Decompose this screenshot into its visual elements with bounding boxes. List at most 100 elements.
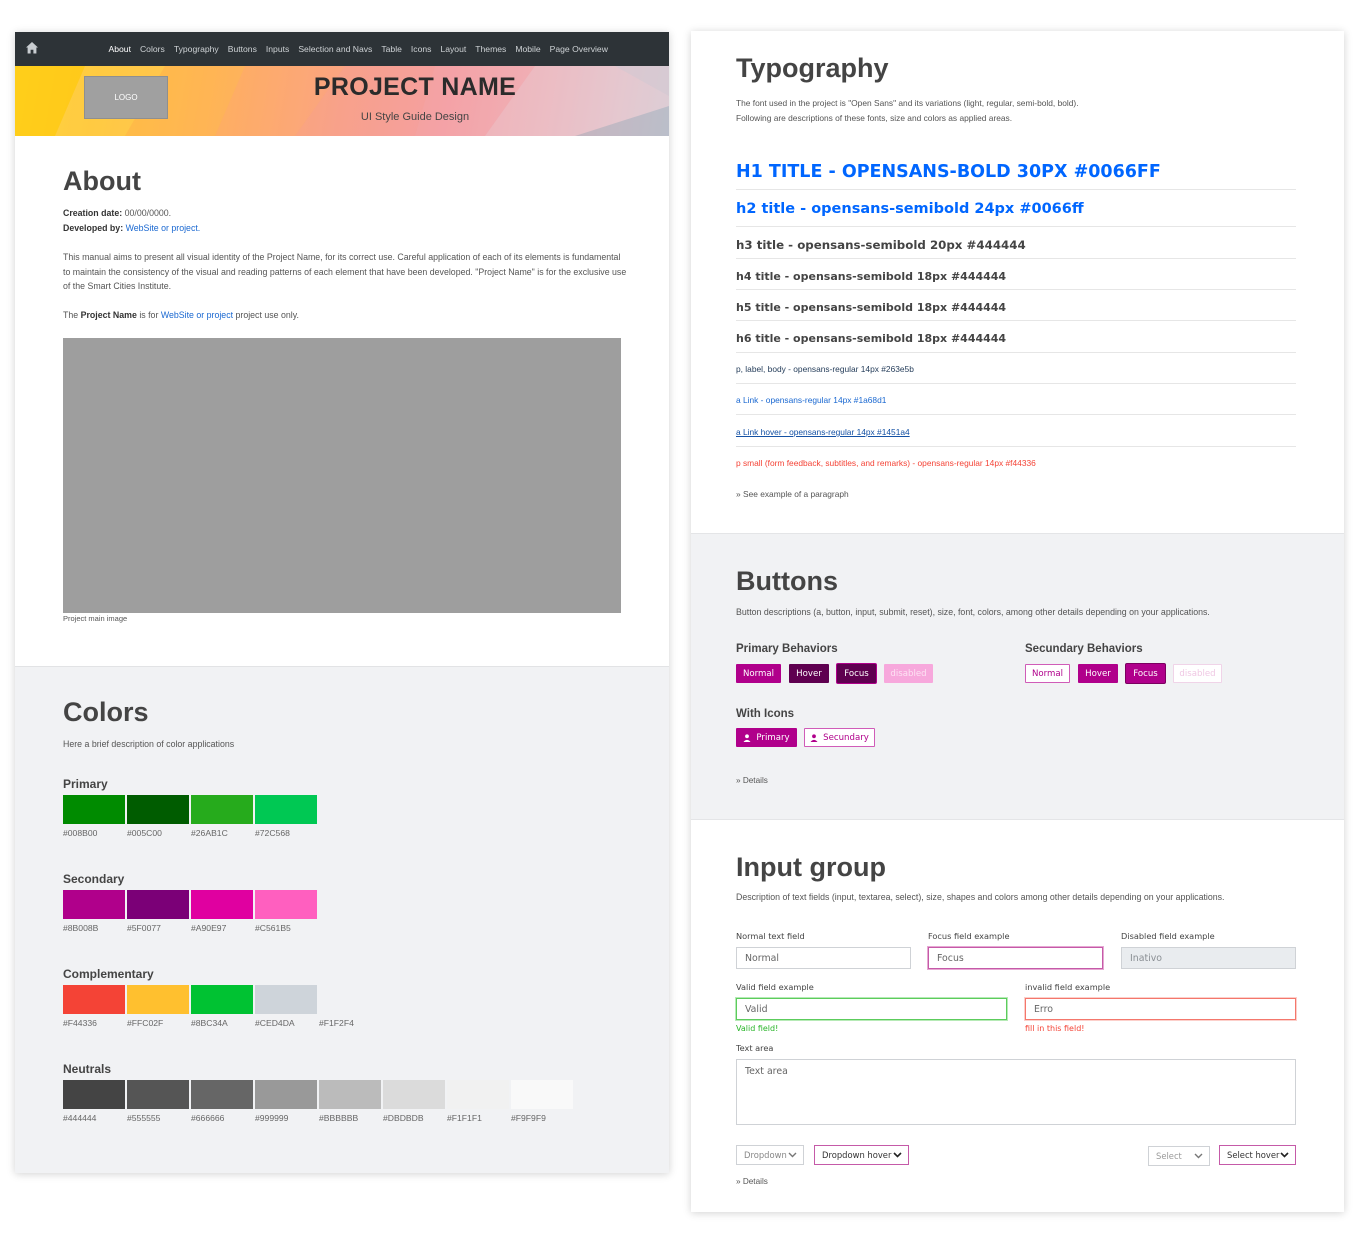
typography-desc-2: Following are descriptions of these font… <box>736 113 1013 123</box>
typography-row: h6 title - opensans-semibold 18px #44444… <box>736 326 1296 353</box>
normal-text-field[interactable]: Normal <box>736 947 911 969</box>
color-swatch <box>63 890 125 919</box>
paragraph-example-link[interactable]: » See example of a paragraph <box>736 487 849 502</box>
color-swatch-label: #F44336 <box>63 1018 97 1028</box>
nav-item-inputs[interactable]: Inputs <box>261 44 293 54</box>
typography-desc-1: The font used in the project is "Open Sa… <box>736 98 1079 108</box>
chevron-down-icon <box>1194 1153 1203 1159</box>
focus-field-label: Focus field example <box>928 931 1010 941</box>
color-swatch-label: #72C568 <box>255 828 290 838</box>
usage-link[interactable]: WebSite or project <box>161 310 233 320</box>
nav-item-buttons[interactable]: Buttons <box>223 44 261 54</box>
typography-row: a Link - opensans-regular 14px #1a68d1 <box>736 389 1296 415</box>
focus-text-field[interactable]: Focus <box>928 947 1103 969</box>
project-main-image <box>63 338 621 613</box>
typography-sample-9[interactable]: a Link hover - opensans-regular 14px #14… <box>736 427 910 437</box>
color-swatch-label: #C561B5 <box>255 923 291 933</box>
color-swatch-label: #F1F1F1 <box>447 1113 482 1123</box>
developed-label: Developed by: <box>63 223 124 233</box>
typography-row: a Link hover - opensans-regular 14px #14… <box>736 421 1296 447</box>
nav-item-themes[interactable]: Themes <box>471 44 511 54</box>
select-hover-label: Select hover <box>1227 1150 1280 1160</box>
colors-section: Colors Here a brief description of color… <box>15 666 669 1173</box>
secondary-focus-button[interactable]: Focus <box>1126 664 1165 683</box>
input-group-title: Input group <box>736 852 886 882</box>
select-hover[interactable]: Select hover <box>1219 1145 1296 1165</box>
nav-item-mobile[interactable]: Mobile <box>511 44 545 54</box>
chevron-down-icon <box>1280 1152 1289 1158</box>
nav-item-about[interactable]: About <box>104 44 135 54</box>
invalid-text-field[interactable]: Erro <box>1025 998 1296 1020</box>
typography-row: p small (form feedback, subtitles, and r… <box>736 452 1296 478</box>
secondary-normal-button[interactable]: Normal <box>1025 664 1070 683</box>
primary-disabled-button[interactable]: disabled <box>884 664 933 683</box>
left-style-guide-page: About Colors Typography Buttons Inputs Select… <box>15 32 669 1173</box>
typography-sample-2: h2 title - opensans-semibold 24px #0066f… <box>736 201 1084 217</box>
nav-item-icons[interactable]: Icons <box>406 44 436 54</box>
color-group-neutrals: Neutrals <box>63 1062 112 1076</box>
nav-item-layout[interactable]: Layout <box>436 44 471 54</box>
user-icon <box>810 733 818 742</box>
color-swatch-label: #8BC34A <box>191 1018 228 1028</box>
nav-item-colors[interactable]: Colors <box>135 44 169 54</box>
nav-item-table[interactable]: Table <box>377 44 407 54</box>
inputs-details-link[interactable]: » Details <box>736 1177 768 1186</box>
invalid-feedback: fill in this field! <box>1025 1024 1085 1033</box>
user-icon <box>743 733 751 742</box>
color-swatch-label: #666666 <box>191 1113 225 1123</box>
primary-normal-button[interactable]: Normal <box>736 664 781 683</box>
buttons-title: Buttons <box>736 566 838 596</box>
secondary-icon-button[interactable]: Secundary <box>804 728 875 747</box>
secondary-hover-button[interactable]: Hover <box>1078 664 1118 683</box>
typography-row: h4 title - opensans-semibold 18px #44444… <box>736 264 1296 290</box>
with-icons-title: With Icons <box>736 708 795 720</box>
about-section: About Creation date: 00/00/0000. Develop… <box>15 136 669 666</box>
color-swatch-label: #CED4DA <box>255 1018 295 1028</box>
color-swatch <box>191 795 253 824</box>
image-caption: Project main image <box>63 614 128 623</box>
color-swatch-label: #26AB1C <box>191 828 228 838</box>
nav-item-typography[interactable]: Typography <box>169 44 223 54</box>
usage-prefix: The <box>63 310 79 320</box>
buttons-details-link[interactable]: » Details <box>736 776 768 785</box>
dropdown-hover[interactable]: Dropdown hover <box>814 1145 909 1165</box>
nav-item-page-overview[interactable]: Page Overview <box>545 44 612 54</box>
color-swatch <box>255 795 317 824</box>
usage-note: The Project Name is for WebSite or proje… <box>63 308 299 323</box>
primary-icon-button-label: Primary <box>756 732 790 743</box>
color-swatch-label: #F1F2F4 <box>319 1018 354 1028</box>
home-icon[interactable] <box>25 41 39 55</box>
primary-icon-button[interactable]: Primary <box>736 728 797 747</box>
usage-mid: is for <box>139 310 159 320</box>
primary-focus-button[interactable]: Focus <box>837 664 876 683</box>
typography-sample-8[interactable]: a Link - opensans-regular 14px #1a68d1 <box>736 395 886 405</box>
dropdown[interactable]: Dropdown <box>736 1145 804 1165</box>
color-swatch-label: #A90E97 <box>191 923 227 933</box>
developed-link[interactable]: WebSite or project. <box>126 223 201 233</box>
nav-item-selection-and-navs[interactable]: Selection and Navs <box>294 44 377 54</box>
color-swatch-label: #FFC02F <box>127 1018 164 1028</box>
color-swatch <box>127 890 189 919</box>
valid-text-field[interactable]: Valid <box>736 998 1007 1020</box>
buttons-description: Button descriptions (a, button, input, s… <box>736 607 1210 617</box>
color-swatch <box>383 1080 445 1109</box>
color-swatch <box>191 1080 253 1109</box>
usage-suffix: project use only. <box>235 310 299 320</box>
color-swatch <box>191 985 253 1014</box>
primary-hover-button[interactable]: Hover <box>789 664 829 683</box>
color-swatch <box>63 985 125 1014</box>
text-area[interactable]: Text area <box>736 1059 1296 1125</box>
typography-sample-5: h5 title - opensans-semibold 18px #44444… <box>736 301 1007 314</box>
header-banner: LOGO PROJECT NAME UI Style Guide Design <box>15 66 669 136</box>
developed-by: Developed by: WebSite or project. <box>63 221 200 236</box>
select[interactable]: Select <box>1148 1146 1210 1166</box>
color-swatch-label: #008B00 <box>63 828 98 838</box>
disabled-text-field[interactable]: Inativo <box>1121 947 1296 969</box>
logo-placeholder: LOGO <box>84 76 168 119</box>
usage-bold: Project Name <box>80 310 137 320</box>
secondary-disabled-button[interactable]: disabled <box>1173 664 1222 683</box>
color-group-complementary: Complementary <box>63 967 154 981</box>
creation-value: 00/00/0000. <box>124 208 172 218</box>
valid-feedback: Valid field! <box>736 1024 779 1033</box>
typography-row: p, label, body - opensans-regular 14px #… <box>736 358 1296 384</box>
